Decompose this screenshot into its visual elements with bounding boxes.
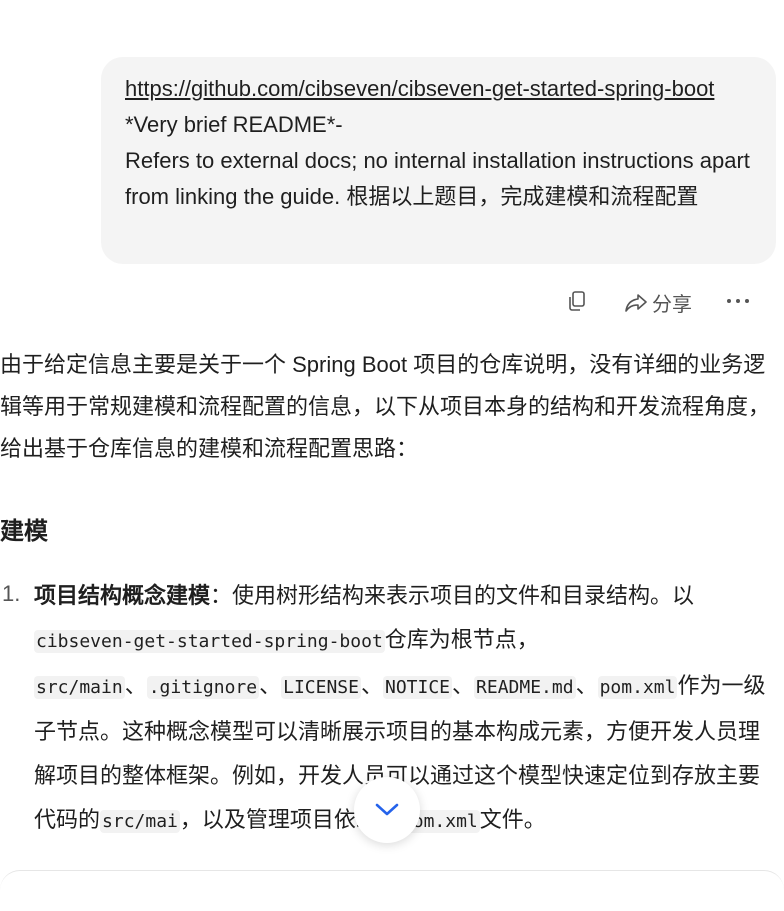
scroll-down-button[interactable] (354, 777, 420, 843)
copy-button[interactable] (568, 290, 590, 312)
assistant-answer: 由于给定信息主要是关于一个 Spring Boot 项目的仓库说明，没有详细的业… (0, 344, 784, 470)
separator: 、 (360, 673, 383, 698)
chevron-down-icon (375, 803, 399, 816)
user-message-readme-note: *Very brief README*- (125, 112, 343, 137)
list-item-title: 项目结构概念建模 (34, 583, 211, 608)
separator: 、 (259, 673, 282, 698)
composer-edge (0, 870, 784, 911)
code-notice: NOTICE (382, 676, 453, 699)
list-text: 文件。 (479, 807, 546, 832)
code-license: LICENSE (281, 676, 361, 699)
code-pom: pom.xml (597, 676, 678, 699)
share-label: 分享 (652, 294, 692, 316)
separator: 、 (452, 673, 475, 698)
user-message-text: https://github.com/cibseven/cibseven-get… (125, 71, 765, 215)
list-item-number: 1. (2, 581, 21, 606)
more-options-button[interactable] (726, 298, 750, 304)
answer-intro: 由于给定信息主要是关于一个 Spring Boot 项目的仓库说明，没有详细的业… (0, 352, 771, 461)
copy-icon (569, 291, 585, 311)
code-repo: cibseven-get-started-spring-boot (34, 630, 385, 653)
user-message-bubble: https://github.com/cibseven/cibseven-get… (101, 57, 776, 264)
user-message-instruction: Refers to external docs; no internal ins… (125, 148, 750, 209)
section-heading-modeling: 建模 (0, 518, 48, 545)
code-gitignore: .gitignore (146, 676, 260, 699)
separator: 、 (124, 673, 147, 698)
share-button[interactable]: 分享 (624, 288, 692, 317)
list-text: 仓库为根节点， (384, 627, 539, 652)
share-icon (625, 293, 647, 312)
more-icon (727, 299, 749, 303)
list-text: ：使用树形结构来表示项目的文件和目录结构。以 (210, 583, 695, 608)
github-link[interactable]: https://github.com/cibseven/cibseven-get… (125, 76, 714, 101)
code-readme: README.md (474, 676, 576, 699)
message-actions: 分享 (0, 284, 784, 318)
code-src-main-2: src/mai (100, 810, 180, 833)
code-src-main: src/main (34, 676, 125, 699)
separator: 、 (575, 673, 598, 698)
